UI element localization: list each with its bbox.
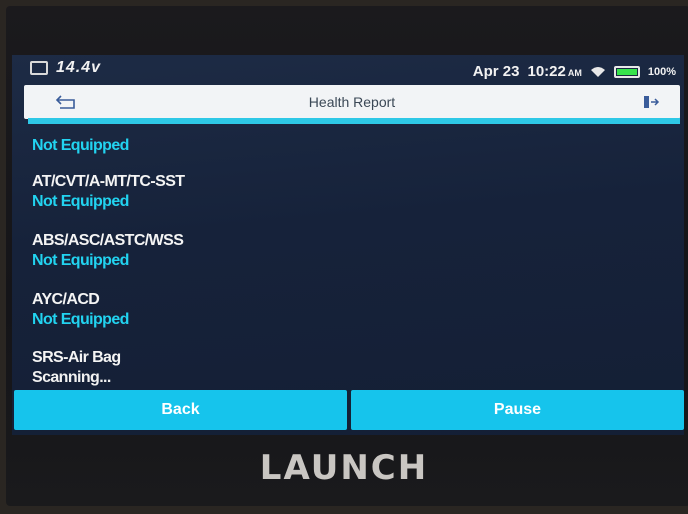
item-status: Not Equipped [32,137,129,154]
item-name: AT/CVT/A-MT/TC-SST [32,173,185,190]
list-item: Not Equipped [32,137,129,157]
item-status: Not Equipped [32,252,129,269]
battery-percent: 100% [647,65,676,78]
voltage-readout: 14.4v [56,59,102,76]
item-status: Not Equipped [32,311,129,328]
list-item: AYC/ACD Not Equipped [32,291,129,331]
status-right: Apr 23 10:22 AM 100% [473,63,676,80]
status-bar: 14.4v Apr 23 10:22 AM 100% [12,55,684,85]
back-button[interactable]: Back [14,390,347,430]
title-bar: Health Report [24,85,680,119]
list-item: ABS/ASC/ASTC/WSS Not Equipped [32,232,184,272]
device-screen: 14.4v Apr 23 10:22AM 100% Health Report [12,55,684,435]
brand-logo: LAUNCH [259,448,429,488]
item-name: AYC/ACD [32,291,100,308]
list-item: SRS-Air Bag Scanning... [32,349,121,389]
wifi-icon [590,66,606,78]
status-left: 14.4v [30,59,101,77]
status-date: Apr 23 [472,63,520,80]
pause-button[interactable]: Pause [351,390,684,430]
item-name: ABS/ASC/ASTC/WSS [32,232,184,249]
status-time: 10:22 AM [527,63,582,80]
exit-icon[interactable] [642,92,660,112]
item-status: Not Equipped [32,193,129,210]
battery-fill [616,68,637,75]
action-button-row: Back Pause [14,390,684,430]
item-name: SRS-Air Bag [32,349,121,366]
battery-icon [613,65,640,78]
list-item: AT/CVT/A-MT/TC-SST Not Equipped [32,173,185,213]
vehicle-battery-icon [30,61,48,75]
accent-bar [28,118,680,124]
status-ampm: AM [567,68,582,78]
page-title: Health Report [308,94,396,110]
item-status: Scanning... [32,369,111,386]
